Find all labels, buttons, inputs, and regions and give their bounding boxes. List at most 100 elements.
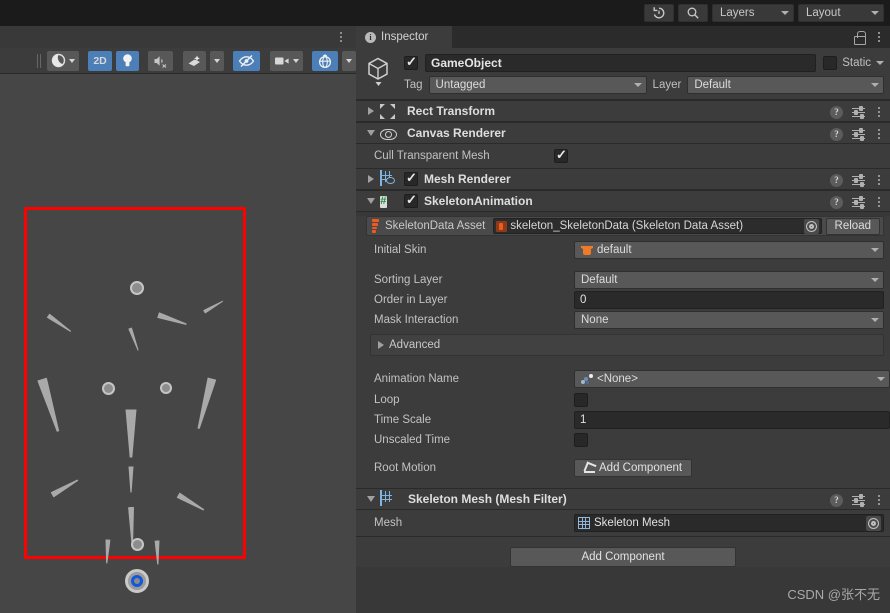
static-checkbox[interactable]	[823, 56, 838, 70]
chevron-down-icon	[346, 58, 353, 63]
kebab-menu-icon[interactable]	[874, 173, 884, 187]
script-icon: #	[380, 196, 387, 208]
layout-dropdown[interactable]: Layout	[798, 4, 884, 22]
time-scale-input[interactable]: 1	[574, 411, 890, 429]
camera-icon[interactable]	[269, 50, 303, 71]
pelvis-joint[interactable]	[131, 538, 144, 551]
static-dropdown-chevron-down-icon[interactable]	[876, 61, 884, 65]
effects-dropdown[interactable]	[209, 50, 224, 71]
kebab-menu-icon[interactable]	[874, 127, 884, 141]
chevron-down-icon	[367, 130, 375, 136]
effects-icon[interactable]	[182, 50, 206, 71]
foldout-toggle-mesh-renderer[interactable]	[362, 175, 380, 183]
add-component-button[interactable]: Add Component	[510, 547, 736, 567]
order-in-layer-input[interactable]: 0	[574, 291, 884, 309]
property-row-sorting-layer: Sorting Layer Default	[356, 270, 890, 290]
chevron-down-icon	[367, 496, 375, 502]
component-header-skeletonanimation[interactable]: # SkeletonAnimation ?	[356, 190, 890, 212]
property-row-mask-interaction: Mask Interaction None	[356, 310, 890, 330]
help-icon[interactable]: ?	[830, 493, 843, 507]
shaded-sphere-icon[interactable]	[46, 50, 79, 71]
cube-prefab-icon[interactable]	[366, 56, 396, 88]
unscaled-time-checkbox[interactable]	[574, 433, 588, 447]
help-icon[interactable]: ?	[830, 127, 843, 141]
component-header-canvas-renderer[interactable]: Canvas Renderer ?	[356, 122, 890, 144]
kebab-menu-icon[interactable]	[874, 30, 884, 44]
animation-name-dropdown[interactable]: <None>	[574, 370, 890, 388]
skeletondata-asset-label: SkeletonData Asset	[385, 220, 486, 232]
reload-button[interactable]: Reload	[825, 217, 880, 235]
mask-interaction-dropdown[interactable]: None	[574, 311, 884, 329]
settings-preset-icon[interactable]	[852, 106, 865, 118]
component-header-rect-transform[interactable]: Rect Transform ?	[356, 100, 890, 122]
lock-icon[interactable]	[854, 31, 866, 45]
property-label: Mesh	[374, 517, 403, 529]
cull-transparent-mesh-checkbox[interactable]	[554, 147, 568, 163]
component-header-mesh-renderer[interactable]: Mesh Renderer ?	[356, 168, 890, 190]
kebab-menu-icon[interactable]	[874, 105, 884, 119]
property-label: Cull Transparent Mesh	[374, 150, 490, 162]
head-joint[interactable]	[130, 281, 144, 295]
settings-preset-icon[interactable]	[852, 494, 865, 506]
visibility-off-icon[interactable]	[233, 50, 261, 71]
time-scale-value: 1	[580, 414, 587, 426]
sorting-layer-dropdown[interactable]: Default	[574, 271, 884, 289]
loop-checkbox[interactable]	[574, 393, 588, 407]
gizmos-globe-icon[interactable]	[312, 50, 339, 71]
foldout-toggle-mesh-filter[interactable]	[362, 496, 380, 502]
root-motion-add-component-button[interactable]: Add Component	[574, 459, 693, 477]
layer-dropdown[interactable]: Default	[687, 76, 884, 94]
skeletonanimation-body: SkeletonData Asset skeleton_SkeletonData…	[356, 216, 890, 488]
scene-2d-toggle[interactable]: 2D	[88, 50, 112, 71]
foldout-toggle-rect-transform[interactable]	[362, 107, 380, 115]
skeletonanimation-enabled-checkbox[interactable]	[404, 192, 418, 208]
scene-tab-strip	[0, 26, 356, 48]
search-icon[interactable]	[678, 4, 708, 22]
gameobject-name-input[interactable]: GameObject	[425, 54, 817, 72]
tag-label: Tag	[404, 79, 423, 91]
help-icon[interactable]: ?	[830, 195, 843, 209]
tab-inspector[interactable]: i Inspector	[356, 26, 452, 48]
animation-clip-icon	[581, 373, 594, 385]
lightbulb-icon[interactable]	[115, 50, 139, 71]
object-picker-icon[interactable]	[803, 218, 819, 234]
mesh-renderer-enabled-checkbox[interactable]	[404, 170, 418, 186]
layers-dropdown[interactable]: Layers	[712, 4, 794, 22]
history-undo-icon[interactable]	[644, 4, 674, 22]
root-joint[interactable]	[125, 569, 149, 593]
chevron-down-icon	[871, 278, 879, 282]
skeletondata-asset-objectfield[interactable]: skeleton_SkeletonData (Skeleton Data Ass…	[493, 218, 822, 234]
inspector-scroll-area[interactable]: Rect Transform ? Canvas Renderer ? Cull …	[356, 100, 890, 613]
right-chest-joint[interactable]	[160, 382, 172, 394]
advanced-foldout[interactable]: Advanced	[370, 334, 884, 356]
gizmos-dropdown[interactable]	[342, 50, 357, 71]
chevron-right-icon	[368, 175, 374, 183]
property-row-time-scale: Time Scale 1	[356, 410, 890, 430]
left-chest-joint[interactable]	[102, 382, 115, 395]
scene-canvas[interactable]	[0, 74, 356, 613]
help-icon[interactable]: ?	[830, 105, 843, 119]
mesh-objectfield[interactable]: Skeleton Mesh	[574, 514, 884, 532]
foldout-toggle-skeletonanimation[interactable]	[362, 198, 380, 204]
settings-preset-icon[interactable]	[852, 128, 865, 140]
property-row-mesh: Mesh Skeleton Mesh	[356, 510, 890, 536]
settings-preset-icon[interactable]	[852, 174, 865, 186]
kebab-menu-icon[interactable]	[874, 195, 884, 209]
audio-mute-icon[interactable]	[148, 50, 174, 71]
gameobject-enabled-checkbox[interactable]	[404, 54, 418, 70]
tag-dropdown[interactable]: Untagged	[428, 76, 647, 94]
component-header-skeleton-mesh-filter[interactable]: Skeleton Mesh (Mesh Filter) ?	[356, 488, 890, 510]
spine-asset-icon	[496, 220, 508, 232]
settings-preset-icon[interactable]	[852, 196, 865, 208]
initial-skin-dropdown[interactable]: default	[574, 241, 884, 259]
chevron-down-icon	[781, 11, 789, 15]
layer-label: Layer	[652, 79, 682, 91]
kebab-menu-icon[interactable]	[874, 493, 884, 507]
kebab-menu-icon[interactable]	[334, 29, 348, 45]
toolbar-grip-handle[interactable]	[36, 53, 41, 68]
help-icon[interactable]: ?	[830, 173, 843, 187]
mesh-filter-icon	[380, 490, 396, 507]
foldout-toggle-canvas-renderer[interactable]	[362, 130, 380, 136]
add-component-area: Add Component	[356, 537, 890, 567]
object-picker-icon[interactable]	[866, 515, 881, 531]
